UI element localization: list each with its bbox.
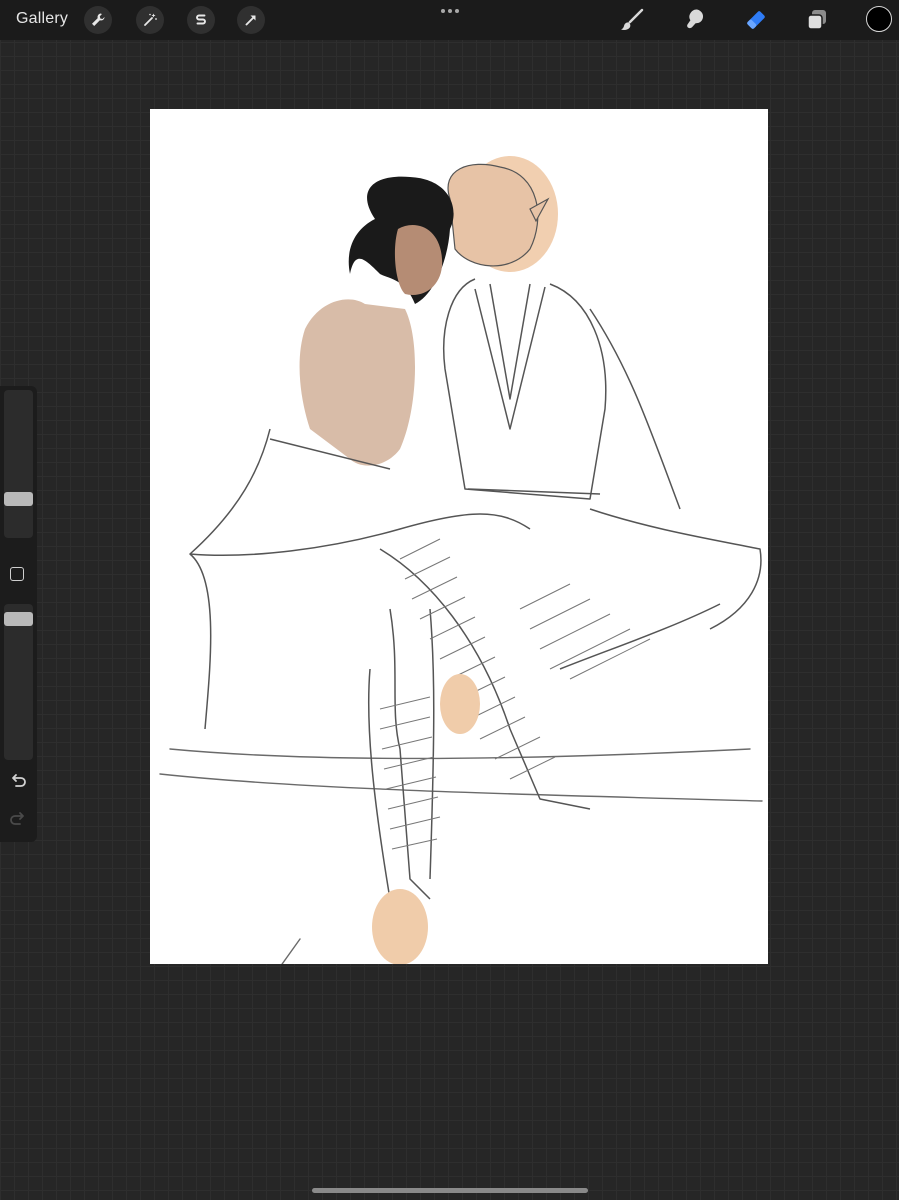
more-options-icon[interactable] — [439, 6, 461, 16]
smudge-tool-button[interactable] — [680, 6, 708, 34]
drawing-canvas[interactable] — [150, 109, 768, 964]
adjustments-button[interactable] — [136, 6, 164, 34]
gallery-button[interactable]: Gallery — [16, 10, 68, 28]
transform-arrow-icon — [245, 15, 256, 26]
transform-button[interactable] — [237, 6, 265, 34]
magic-wand-icon — [144, 13, 157, 26]
redo-icon[interactable] — [8, 810, 28, 830]
sidebar-controls — [0, 386, 37, 842]
opacity-thumb[interactable] — [4, 612, 33, 626]
eraser-icon — [747, 11, 765, 29]
brush-size-thumb[interactable] — [4, 492, 33, 506]
artwork — [159, 156, 763, 964]
undo-icon[interactable] — [8, 772, 28, 792]
brush-tool-button[interactable] — [618, 6, 646, 34]
home-indicator — [312, 1188, 588, 1193]
selection-button[interactable] — [187, 6, 215, 34]
brush-icon — [621, 8, 644, 30]
top-toolbar: Gallery — [0, 0, 899, 40]
color-picker-button[interactable] — [866, 6, 892, 32]
eraser-tool-button[interactable] — [742, 6, 770, 34]
brush-size-slider[interactable] — [4, 390, 33, 538]
opacity-slider[interactable] — [4, 604, 33, 760]
smudge-icon — [687, 9, 704, 29]
selection-s-icon — [196, 14, 206, 25]
actions-button[interactable] — [84, 6, 112, 34]
layers-button[interactable] — [803, 6, 831, 34]
layers-icon — [807, 10, 826, 30]
wrench-icon — [92, 13, 105, 26]
modify-button[interactable] — [10, 567, 24, 581]
